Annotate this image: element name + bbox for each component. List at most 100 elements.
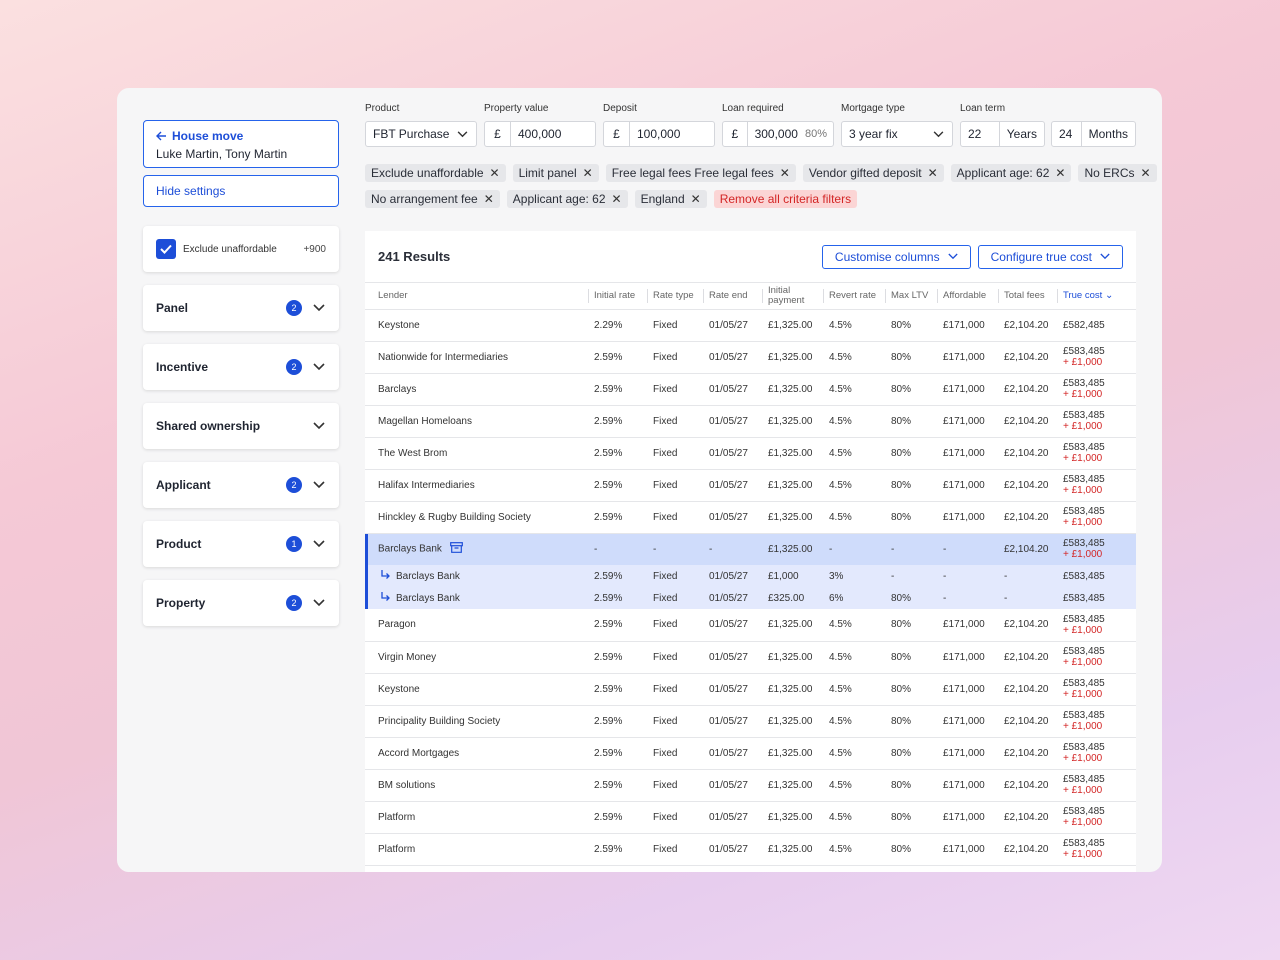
filter-chip[interactable]: Free legal fees Free legal fees ✕ <box>605 164 796 182</box>
chevron-down-icon[interactable] <box>312 419 326 433</box>
close-icon[interactable]: ✕ <box>1141 166 1151 180</box>
filter-chip[interactable]: No ERCs ✕ <box>1078 164 1157 182</box>
column-header[interactable]: Rate type <box>647 283 703 310</box>
filter-applicant[interactable]: Applicant 2 <box>143 462 339 508</box>
chevron-down-icon[interactable] <box>312 301 326 315</box>
chevron-down-icon[interactable] <box>312 537 326 551</box>
filter-chip[interactable]: Limit panel ✕ <box>512 164 599 182</box>
lender-name: BM solutions <box>378 779 436 791</box>
cell-afford: - <box>937 587 998 609</box>
table-row[interactable]: Barclays 2.59% Fixed 01/05/27 £1,325.00 4.5% 8… <box>365 373 1136 406</box>
filter-panel[interactable]: Panel 2 <box>143 285 339 331</box>
true-cost: £583,485 + £1,000 <box>1063 614 1130 636</box>
true-cost-diff: + £1,000 <box>1063 485 1103 496</box>
customise-columns-button[interactable]: Customise columns <box>821 244 971 269</box>
filter-property[interactable]: Property 2 <box>143 580 339 626</box>
table-row[interactable]: Platform 2.59% Fixed 01/05/27 £1,325.00 4.5% 8… <box>365 801 1136 834</box>
exclude-unaffordable-toggle[interactable]: Exclude unaffordable +900 <box>143 226 339 272</box>
filter-shared-ownership[interactable]: Shared ownership <box>143 403 339 449</box>
filter-chip[interactable]: Vendor gifted deposit ✕ <box>802 164 944 182</box>
table-row[interactable]: Platform 2.59% Fixed 01/05/27 £1,325.00 4.5% 8… <box>365 833 1136 866</box>
table-body: Keystone 2.29% Fixed 01/05/27 £1,325.00 4.5% 8… <box>365 309 1136 866</box>
deposit-input[interactable]: £ 100,000 <box>603 121 715 147</box>
chevron-down-icon[interactable] <box>312 360 326 374</box>
chevron-down-icon[interactable] <box>312 596 326 610</box>
table-row[interactable]: Keystone 2.29% Fixed 01/05/27 £1,325.00 4.5% 8… <box>365 309 1136 342</box>
true-cost-cell: £583,485 + £1,000 <box>1057 737 1136 770</box>
sub-product-row[interactable]: Barclays Bank 2.59% Fixed 01/05/27 £1,000 3% -… <box>365 565 1136 587</box>
close-icon[interactable]: ✕ <box>583 166 593 180</box>
chevron-down-icon[interactable] <box>312 478 326 492</box>
cell-ltv: 80% <box>885 405 937 438</box>
column-header[interactable]: True cost ⌄ <box>1057 283 1136 310</box>
filter-chip[interactable]: No arrangement fee ✕ <box>365 190 500 208</box>
cell-revert: 4.5% <box>823 673 885 706</box>
column-header[interactable]: Initial rate <box>588 283 647 310</box>
close-icon[interactable]: ✕ <box>484 192 494 206</box>
table-row[interactable]: BM solutions 2.59% Fixed 01/05/27 £1,325.00 4… <box>365 769 1136 802</box>
loan-term-years-input[interactable]: 22 Years <box>960 121 1045 147</box>
archive-icon[interactable] <box>450 542 463 556</box>
close-icon[interactable]: ✕ <box>1055 166 1065 180</box>
cell-ltv: 80% <box>885 341 937 374</box>
table-row[interactable]: Magellan Homeloans 2.59% Fixed 01/05/27 £1,3… <box>365 405 1136 438</box>
cell-afford: £171,000 <box>937 469 998 502</box>
filter-incentive[interactable]: Incentive 2 <box>143 344 339 390</box>
column-header[interactable]: Max LTV <box>885 283 937 310</box>
column-header[interactable]: Revert rate <box>823 283 885 310</box>
remove-all-filters-button[interactable]: Remove all criteria filters <box>713 190 858 208</box>
sub-lender: Barclays Bank <box>378 569 582 583</box>
currency-prefix: £ <box>723 122 748 146</box>
close-icon[interactable]: ✕ <box>691 192 701 206</box>
cell-ltv: - <box>885 565 937 587</box>
close-icon[interactable]: ✕ <box>928 166 938 180</box>
cell-ltv: - <box>885 533 937 565</box>
property-value-input[interactable]: £ 400,000 <box>484 121 596 147</box>
loan-required-input[interactable]: £ 300,000 80% <box>722 121 834 147</box>
sub-product-row[interactable]: Barclays Bank 2.59% Fixed 01/05/27 £325.00 6%… <box>365 587 1136 609</box>
column-label: Total fees <box>1004 289 1045 301</box>
true-cost-cell: £583,485 <box>1057 565 1136 587</box>
count-badge: 2 <box>286 300 302 316</box>
column-header[interactable]: Initial payment <box>762 283 823 310</box>
filter-chip[interactable]: Exclude unaffordable ✕ <box>365 164 506 182</box>
mortgage-type-select[interactable]: 3 year fix <box>841 121 953 147</box>
configure-true-cost-button[interactable]: Configure true cost <box>977 244 1123 269</box>
true-cost-cell: £583,485 + £1,000 <box>1057 405 1136 438</box>
table-row[interactable]: The West Brom 2.59% Fixed 01/05/27 £1,325.00… <box>365 437 1136 470</box>
close-icon[interactable]: ✕ <box>612 192 622 206</box>
close-icon[interactable]: ✕ <box>780 166 790 180</box>
back-link[interactable]: House move <box>156 128 326 144</box>
table-row[interactable]: Virgin Money 2.59% Fixed 01/05/27 £1,325.00 4… <box>365 641 1136 674</box>
table-header-row: Lender Initial rate Rate type Rate end Initi… <box>365 283 1136 310</box>
cell-fees: £2,104.20 <box>998 469 1057 502</box>
table-row[interactable]: Nationwide for Intermediaries 2.59% Fixed 0… <box>365 341 1136 374</box>
true-cost-diff: + £1,000 <box>1063 549 1103 561</box>
sub-arrow-icon <box>380 591 390 605</box>
close-icon[interactable]: ✕ <box>490 166 500 180</box>
column-header[interactable]: Total fees <box>998 283 1057 310</box>
lender-group-row[interactable]: Barclays Bank - - - £1,325.00- - - £2,104.20 £58… <box>365 533 1136 565</box>
filter-product[interactable]: Product 1 <box>143 521 339 567</box>
table-row[interactable]: Accord Mortgages 2.59% Fixed 01/05/27 £1,325… <box>365 737 1136 770</box>
chevron-down-icon[interactable]: ⌄ <box>1102 290 1113 301</box>
column-header[interactable]: Rate end <box>703 283 762 310</box>
chip-label: Applicant age: 62 <box>512 192 606 206</box>
column-header[interactable]: Affordable <box>937 283 998 310</box>
loan-term-months-input[interactable]: 24 Months <box>1051 121 1136 147</box>
table-row[interactable]: Halifax Intermediaries 2.59% Fixed 01/05/27… <box>365 469 1136 502</box>
table-row[interactable]: Keystone 2.59% Fixed 01/05/27 £1,325.00 4.5% 8… <box>365 673 1136 706</box>
product-select[interactable]: FBT Purchase <box>365 121 477 147</box>
months-unit: Months <box>1080 122 1135 146</box>
filter-chip[interactable]: Applicant age: 62 ✕ <box>506 190 628 208</box>
table-row[interactable]: Paragon 2.59% Fixed 01/05/27 £1,325.00 4.5% 80… <box>365 609 1136 642</box>
table-row[interactable]: Hinckley & Rugby Building Society 2.59% Fi… <box>365 501 1136 534</box>
case-header[interactable]: House move Luke Martin, Tony Martin <box>143 120 339 168</box>
filter-chip[interactable]: Applicant age: 62 ✕ <box>950 164 1072 182</box>
column-header[interactable]: Lender <box>365 283 588 310</box>
filter-chip[interactable]: England ✕ <box>634 190 707 208</box>
checkbox[interactable] <box>156 239 176 259</box>
hide-settings-button[interactable]: Hide settings <box>143 175 339 207</box>
table-row[interactable]: Principality Building Society 2.59% Fixed 0… <box>365 705 1136 738</box>
cell-rate: 2.59% <box>588 833 647 866</box>
